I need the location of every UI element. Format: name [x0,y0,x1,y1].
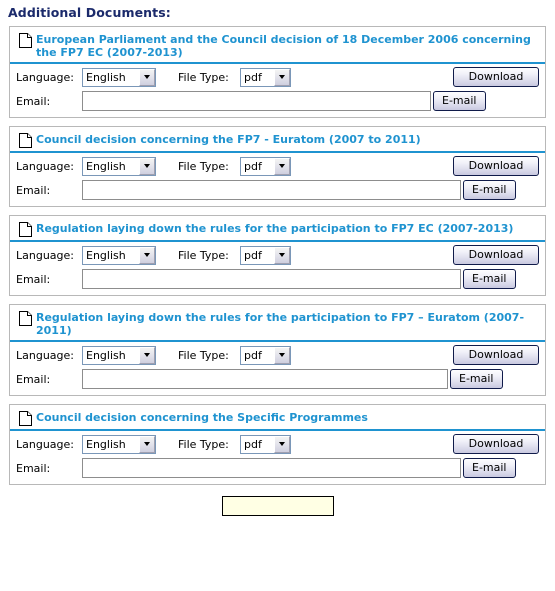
language-select-wrap: English [82,67,156,87]
document-header: European Parliament and the Council deci… [10,27,545,64]
file-type-select-wrap: pdf [240,345,291,365]
file-type-label: File Type: [178,437,229,451]
document-title[interactable]: European Parliament and the Council deci… [36,32,539,59]
document-header: Council decision concerning the Specific… [10,405,545,431]
bottom-action-button[interactable] [221,496,334,516]
download-button[interactable]: Download [453,156,539,176]
bottom-button-row [9,493,546,516]
email-row: Email: E-mail [16,180,539,200]
email-button[interactable]: E-mail [463,269,516,289]
email-button[interactable]: E-mail [433,91,486,111]
document-form: Language: English File Type: pdf Downloa… [10,153,545,206]
document-panel: European Parliament and the Council deci… [9,26,546,118]
file-type-label: File Type: [178,70,229,84]
document-icon [19,133,32,148]
email-label: Email: [16,272,51,286]
page-title: Additional Documents: [8,5,171,20]
document-icon [19,222,32,237]
language-label: Language: [16,348,74,362]
language-select[interactable]: English [82,345,156,365]
language-select-wrap: English [82,156,156,176]
email-label: Email: [16,183,51,197]
language-select-wrap: English [82,245,156,265]
document-icon [19,411,32,426]
email-label: Email: [16,94,51,108]
file-type-select-wrap: pdf [240,156,291,176]
document-icon [19,33,32,48]
language-select[interactable]: English [82,245,156,265]
language-filetype-row: Language: English File Type: pdf Downloa… [16,434,539,454]
email-input[interactable] [82,269,461,289]
document-header: Regulation laying down the rules for the… [10,216,545,242]
file-type-label: File Type: [178,159,229,173]
language-filetype-row: Language: English File Type: pdf Downloa… [16,245,539,265]
language-filetype-row: Language: English File Type: pdf Downloa… [16,345,539,365]
email-input[interactable] [82,369,448,389]
file-type-select-wrap: pdf [240,434,291,454]
language-label: Language: [16,437,74,451]
language-filetype-row: Language: English File Type: pdf Downloa… [16,67,539,87]
file-type-select[interactable]: pdf [240,67,291,87]
document-title[interactable]: Council decision concerning the Specific… [36,410,368,424]
file-type-select[interactable]: pdf [240,434,291,454]
file-type-select-wrap: pdf [240,245,291,265]
email-button[interactable]: E-mail [463,458,516,478]
download-button[interactable]: Download [453,345,539,365]
document-form: Language: English File Type: pdf Downloa… [10,64,545,117]
document-form: Language: English File Type: pdf Downloa… [10,431,545,484]
file-type-select-wrap: pdf [240,67,291,87]
document-title[interactable]: Council decision concerning the FP7 - Eu… [36,132,421,146]
email-row: Email: E-mail [16,369,539,389]
email-button[interactable]: E-mail [463,180,516,200]
document-title[interactable]: Regulation laying down the rules for the… [36,310,539,337]
language-select[interactable]: English [82,67,156,87]
language-filetype-row: Language: English File Type: pdf Downloa… [16,156,539,176]
additional-documents-page: Additional Documents: European Parliamen… [0,0,555,591]
document-panel: Council decision concerning the Specific… [9,404,546,485]
language-label: Language: [16,159,74,173]
language-select-wrap: English [82,345,156,365]
email-label: Email: [16,461,51,475]
document-panel: Regulation laying down the rules for the… [9,304,546,396]
document-form: Language: English File Type: pdf Downloa… [10,242,545,295]
email-row: Email: E-mail [16,458,539,478]
document-panel: Regulation laying down the rules for the… [9,215,546,296]
language-label: Language: [16,70,74,84]
email-button[interactable]: E-mail [450,369,503,389]
language-select-wrap: English [82,434,156,454]
file-type-select[interactable]: pdf [240,156,291,176]
file-type-label: File Type: [178,348,229,362]
download-button[interactable]: Download [453,434,539,454]
file-type-label: File Type: [178,248,229,262]
document-header: Council decision concerning the FP7 - Eu… [10,127,545,153]
email-input[interactable] [82,180,461,200]
email-row: Email: E-mail [16,91,539,111]
email-row: Email: E-mail [16,269,539,289]
email-input[interactable] [82,458,461,478]
download-button[interactable]: Download [453,67,539,87]
document-panel: Council decision concerning the FP7 - Eu… [9,126,546,207]
email-label: Email: [16,372,51,386]
document-title[interactable]: Regulation laying down the rules for the… [36,221,513,235]
language-label: Language: [16,248,74,262]
email-input[interactable] [82,91,431,111]
file-type-select[interactable]: pdf [240,245,291,265]
language-select[interactable]: English [82,156,156,176]
document-icon [19,311,32,326]
download-button[interactable]: Download [453,245,539,265]
file-type-select[interactable]: pdf [240,345,291,365]
document-form: Language: English File Type: pdf Downloa… [10,342,545,395]
document-header: Regulation laying down the rules for the… [10,305,545,342]
document-list: European Parliament and the Council deci… [0,26,555,516]
language-select[interactable]: English [82,434,156,454]
